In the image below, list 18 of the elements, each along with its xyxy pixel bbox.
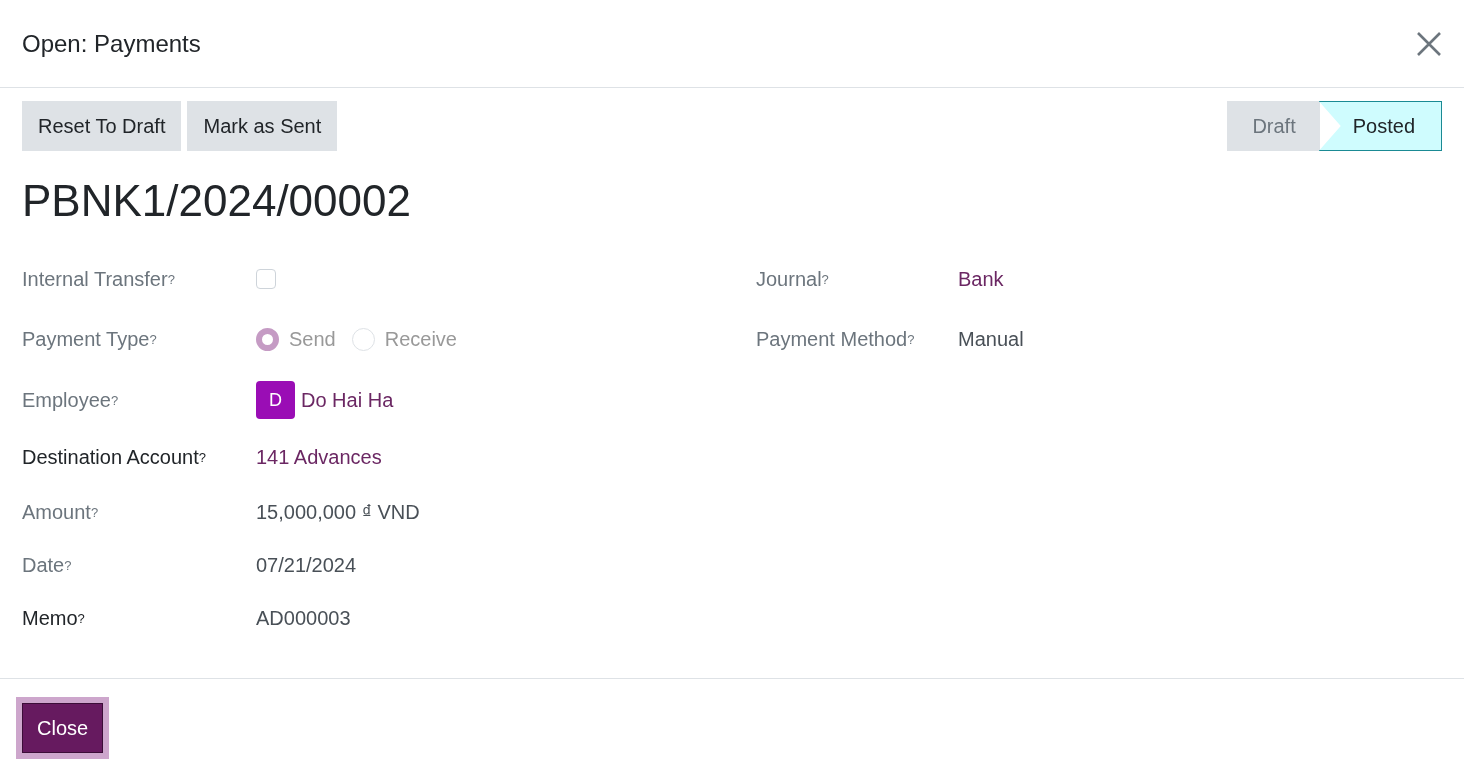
radio-button[interactable] (256, 327, 279, 351)
dialog-title: Open: Payments (22, 29, 201, 58)
avatar: D (256, 381, 295, 419)
field-link[interactable]: 141 Advances (256, 446, 382, 469)
field-value: Manual (958, 327, 1024, 351)
field-value: AD000003 (256, 607, 351, 630)
employee-link[interactable]: Do Hai Ha (301, 388, 394, 412)
record-title: PBNK1/2024/00002 (22, 175, 412, 227)
radio-label: Receive (384, 327, 457, 351)
action-button[interactable]: Mark as Sent (187, 101, 338, 151)
action-button[interactable]: Reset To Draft (22, 101, 182, 151)
status-step[interactable]: Draft (1227, 101, 1320, 151)
radio-label: Send (289, 327, 336, 351)
field-link[interactable]: Bank (958, 267, 1004, 291)
checkbox[interactable] (256, 269, 276, 289)
field-value: 15,000,000 ₫ VND (256, 501, 420, 524)
field-value: 07/21/2024 (256, 554, 357, 577)
status-step[interactable]: Posted (1318, 101, 1442, 151)
